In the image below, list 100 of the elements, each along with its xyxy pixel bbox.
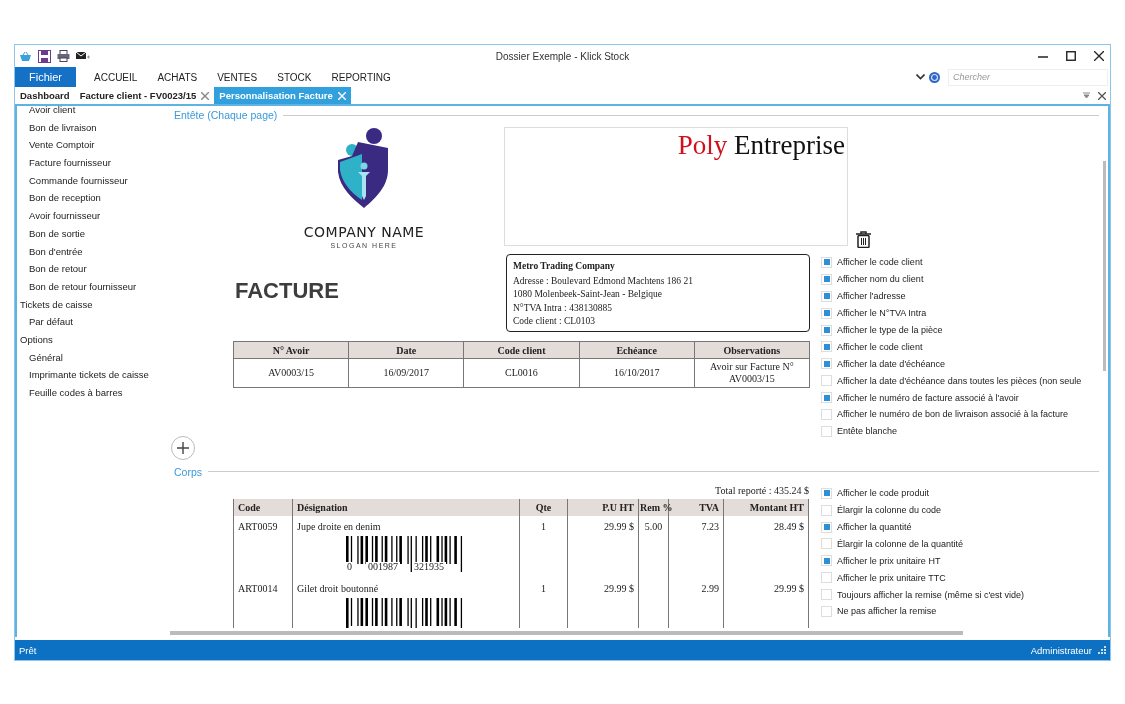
checkbox[interactable] <box>821 605 832 617</box>
sidebar-item[interactable]: Bon de retour <box>17 260 166 278</box>
checkbox[interactable] <box>821 273 832 285</box>
table-cell: ART0059 <box>238 520 278 532</box>
table-cell: Jupe droite en denim <box>297 520 381 532</box>
checkbox[interactable] <box>821 256 832 268</box>
column-header: Qte <box>519 498 568 516</box>
checkbox[interactable] <box>821 538 832 550</box>
company-banner: Poly Entreprise <box>504 127 848 246</box>
checkbox[interactable] <box>821 341 832 353</box>
option-label: Entête blanche <box>837 426 898 437</box>
table-cell: 1 <box>541 582 546 594</box>
checkbox[interactable] <box>821 392 832 404</box>
table-cell: Avoir sur Facture N° AV0003/15 <box>694 358 810 388</box>
document-tab[interactable]: Facture client - FV0023/15 <box>74 87 215 104</box>
checkbox[interactable] <box>821 487 832 499</box>
option-label: Ne pas afficher la remise <box>837 606 937 617</box>
column-header: Code client <box>463 341 580 359</box>
sidebar-item[interactable]: Avoir client <box>17 106 166 119</box>
sidebar-item[interactable]: Avoir fournisseur <box>17 207 166 225</box>
dropdown-icon[interactable] <box>1083 92 1090 99</box>
option-label: Élargir la colonne du code <box>837 505 942 516</box>
option-label: Afficher le type de la pièce <box>837 325 943 335</box>
sidebar-item[interactable]: Feuille codes à barres <box>17 384 166 402</box>
menu-tab[interactable]: ACCUEIL <box>86 67 146 87</box>
menu-tab[interactable]: VENTES <box>209 67 266 87</box>
save-icon[interactable] <box>38 49 51 63</box>
sidebar-item[interactable]: Bon de reception <box>17 189 166 208</box>
maximize-button[interactable] <box>1066 51 1076 61</box>
checkbox[interactable] <box>821 358 832 370</box>
checkbox[interactable] <box>821 425 832 437</box>
tab-label: Facture client - FV0023/15 <box>79 90 197 101</box>
column-header: Observations <box>694 341 810 359</box>
column-header: Code <box>233 498 293 516</box>
option-label: Élargir la colonne de la quantité <box>837 538 964 549</box>
client-name: Metro Trading Company <box>513 260 616 273</box>
section-title: Entête (Chaque page) <box>174 109 278 121</box>
sidebar-item[interactable]: Général <box>17 348 166 367</box>
printer-icon[interactable] <box>57 50 70 62</box>
checkbox[interactable] <box>821 504 832 516</box>
trash-icon[interactable] <box>856 231 871 248</box>
add-button[interactable] <box>171 435 195 460</box>
option-label: Afficher la date d'échéance <box>837 358 946 369</box>
sidebar-item[interactable]: Bon d'entrée <box>17 242 166 261</box>
checkbox[interactable] <box>821 408 832 420</box>
close-icon[interactable] <box>1098 91 1106 100</box>
sidebar-item[interactable]: Commande fournisseur <box>17 171 166 190</box>
tab-label: Personnalisation Facture <box>219 90 333 101</box>
total-carried: Total reporté : 435.24 $ <box>715 484 809 496</box>
sidebar-item[interactable]: Facture fournisseur <box>17 154 166 172</box>
checkbox[interactable] <box>821 521 832 533</box>
menu-tab[interactable]: REPORTING <box>323 67 399 87</box>
basket-icon[interactable] <box>19 50 32 62</box>
menu-tab[interactable]: Fichier <box>15 67 76 87</box>
checkbox[interactable] <box>821 555 832 567</box>
option-label: Afficher l'adresse <box>837 291 906 302</box>
table-cell: 5.00 <box>644 520 663 532</box>
chevron-down-icon[interactable] <box>916 74 925 80</box>
sidebar-item[interactable]: Par défaut <box>17 313 166 331</box>
option-label: Afficher le N°TVA Intra <box>837 308 927 319</box>
checkbox[interactable] <box>821 572 832 584</box>
sidebar-group[interactable]: Tickets de caisse <box>17 295 166 314</box>
mail-icon[interactable] <box>76 51 90 61</box>
sidebar-item[interactable]: Bon de sortie <box>17 224 166 243</box>
tab-label: Dashboard <box>20 90 70 101</box>
document-title: FACTURE <box>234 277 340 305</box>
checkbox[interactable] <box>821 589 832 601</box>
barcode-digits: 321935 <box>412 561 446 572</box>
checkbox[interactable] <box>821 324 832 336</box>
user-name: Administrateur <box>1030 644 1092 656</box>
checkbox[interactable] <box>821 290 832 302</box>
resize-grip-icon[interactable] <box>1098 646 1106 654</box>
section-title: Corps <box>174 465 202 478</box>
sidebar-item[interactable]: Bon de retour fournisseur <box>17 277 166 296</box>
sidebar-group[interactable]: Options <box>17 330 166 349</box>
table-cell: 16/09/2017 <box>348 358 464 388</box>
table-cell: 16/10/2017 <box>579 358 695 388</box>
menu-tab[interactable]: STOCK <box>269 67 320 87</box>
client-line: Code client : CL0103 <box>513 315 597 328</box>
table-cell: 1 <box>541 520 546 532</box>
table-cell: 29.99 $ <box>604 520 634 532</box>
close-icon[interactable] <box>1094 51 1104 61</box>
help-icon[interactable] <box>929 71 940 83</box>
checkbox[interactable] <box>821 375 832 387</box>
option-label: Toujours afficher la remise (même si c'est vide) <box>837 589 1025 600</box>
option-label: Afficher la date d'échéance dans toutes les pièces (non seule <box>837 375 1082 386</box>
option-label: Afficher le prix unitaire HT <box>837 555 941 566</box>
client-line: Adresse : Boulevard Edmond Machtens 186 21 <box>513 274 694 288</box>
document-tab[interactable]: Dashboard <box>15 87 75 104</box>
column-header: N° Avoir <box>233 341 349 359</box>
sidebar-item[interactable]: Bon de livraison <box>17 118 166 137</box>
menu-tab[interactable]: ACHATS <box>149 67 206 87</box>
plus-icon <box>177 441 189 454</box>
search-field[interactable]: Chercher <box>948 68 1108 86</box>
sidebar-item[interactable]: Vente Comptoir <box>17 136 166 155</box>
checkbox[interactable] <box>821 307 832 319</box>
table-cell: AV0003/15 <box>233 358 349 388</box>
sidebar-item[interactable]: Imprimante tickets de caisse <box>17 366 166 384</box>
column-header: Montant HT <box>723 498 809 516</box>
option-label: Afficher le code client <box>837 341 923 352</box>
